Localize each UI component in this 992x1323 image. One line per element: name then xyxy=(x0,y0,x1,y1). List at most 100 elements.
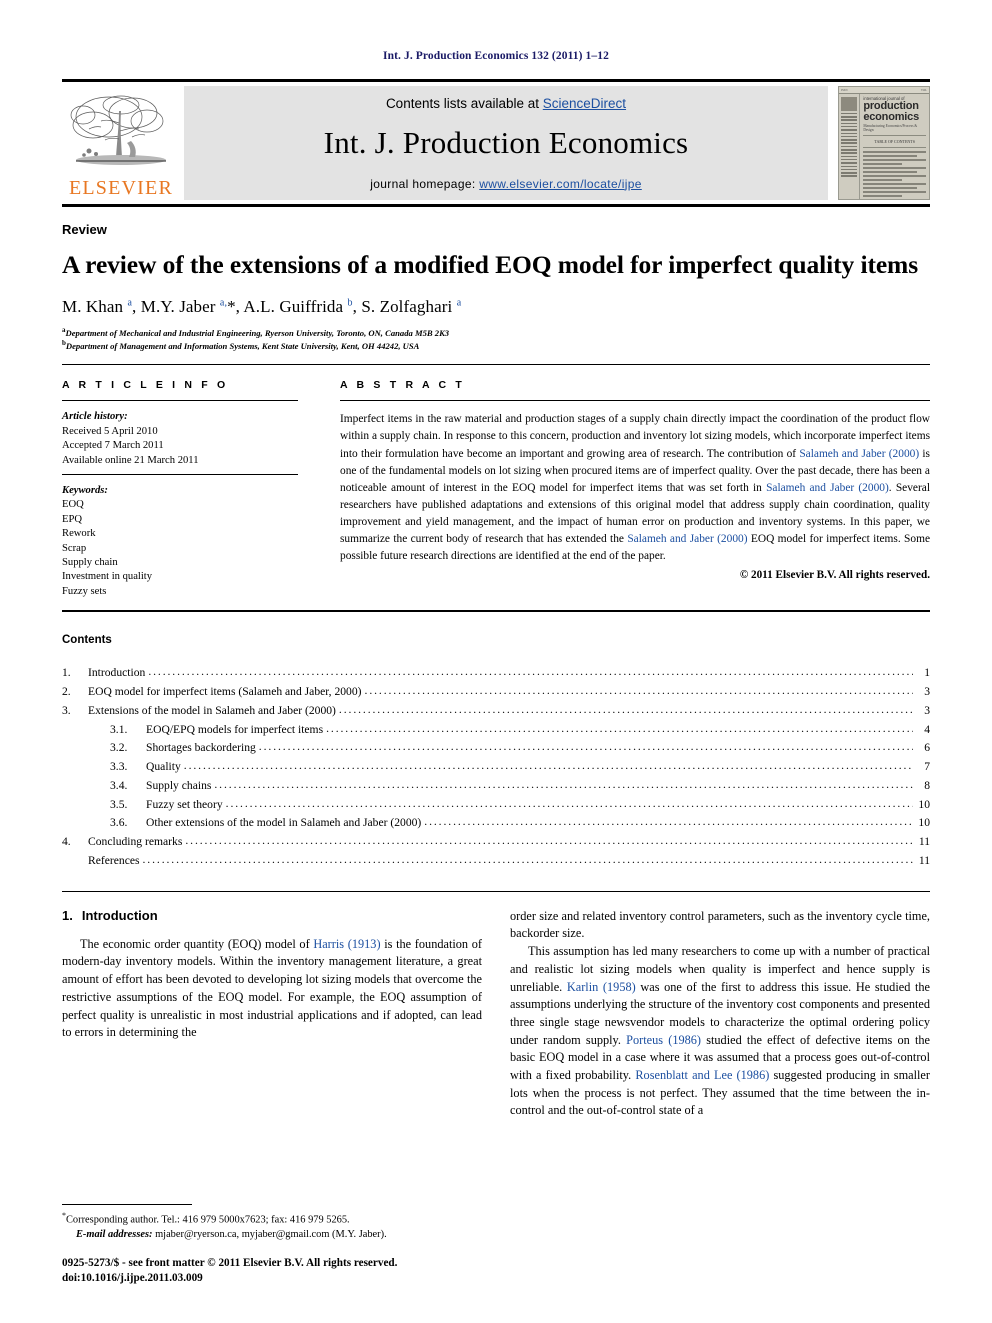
toc-leader-dots: ........................................… xyxy=(148,665,913,679)
toc-entry-number: 3.5. xyxy=(110,797,128,811)
toc-entry-page: 7 xyxy=(924,760,930,774)
toc-entry[interactable]: 2. EOQ model for imperfect items (Salameh… xyxy=(62,683,930,702)
cover-header-strip: ISSN VOL xyxy=(839,87,929,94)
footnote-rule xyxy=(62,1203,192,1205)
contents-heading: Contents xyxy=(62,634,112,647)
intro-paragraph-right-1: order size and related inventory control… xyxy=(510,908,930,941)
toc-entry[interactable]: 3.6. Other extensions of the model in Sal… xyxy=(62,814,930,833)
toc-entry-number: 3.4. xyxy=(110,778,128,792)
corresponding-author-text: Corresponding author. Tel.: 416 979 5000… xyxy=(66,1214,350,1226)
citation-link[interactable]: Karlin (1958) xyxy=(567,980,636,994)
footnote-area: *Corresponding author. Tel.: 416 979 500… xyxy=(62,1203,492,1287)
toc-entry-number: 3.1. xyxy=(110,722,128,736)
toc-entry-number: 3.3. xyxy=(110,760,128,774)
toc-entry-page: 10 xyxy=(918,816,930,830)
toc-entry-number: 3.2. xyxy=(110,741,128,755)
abstract-column: A B S T R A C T Imperfect items in the r… xyxy=(340,379,930,599)
keyword-item: Investment in quality xyxy=(62,571,153,583)
toc-entry[interactable]: 3.1. EOQ/EPQ models for imperfect items..… xyxy=(62,721,930,740)
body-column-left: 1. Introduction The economic order quanti… xyxy=(62,908,482,1120)
toc-entry-label: Introduction xyxy=(88,666,146,680)
toc-entry-label: References xyxy=(88,853,140,867)
keyword-item: Scrap xyxy=(62,542,87,554)
keyword-item: Fuzzy sets xyxy=(62,585,107,597)
toc-entry[interactable]: 3.2. Shortages backordering..............… xyxy=(62,739,930,758)
toc-entry-label: Supply chains xyxy=(146,778,212,792)
copyright-line: © 2011 Elsevier B.V. All rights reserved… xyxy=(739,569,930,582)
keywords-label: Keywords: xyxy=(62,484,108,496)
article-history-label: Article history: xyxy=(62,411,128,423)
section-title: Introduction xyxy=(81,907,158,923)
masthead-center: Contents lists available at ScienceDirec… xyxy=(184,86,828,200)
toc-leader-dots: ........................................… xyxy=(258,740,913,754)
section-heading-introduction: 1. Introduction xyxy=(62,908,482,923)
toc-entry[interactable]: 3.5. Fuzzy set theory....................… xyxy=(62,796,930,815)
toc-leader-dots: ........................................… xyxy=(225,796,913,810)
toc-leader-dots: ........................................… xyxy=(185,834,913,848)
section-number: 1. xyxy=(62,907,73,923)
cover-toc-lines xyxy=(863,151,926,199)
article-history-rule xyxy=(62,473,298,475)
toc-entry-number: 3.6. xyxy=(110,816,128,830)
toc-entry-label: Quality xyxy=(146,760,181,774)
body-columns: 1. Introduction The economic order quanti… xyxy=(62,908,930,1120)
keywords-items: EOQ EPQ Rework Scrap Supply chain Investment … xyxy=(62,498,298,599)
toc-entry[interactable]: 3. Extensions of the model in Salameh and… xyxy=(62,702,930,721)
affiliation-marker: a xyxy=(62,326,66,335)
toc-leader-dots: ........................................… xyxy=(424,815,913,829)
divider-after-abstract xyxy=(62,610,930,613)
toc-entry-label: EOQ/EPQ models for imperfect items xyxy=(146,722,324,736)
article-history: Article history: Received 5 April 2010 Ac… xyxy=(62,410,298,468)
table-of-contents: 1. Introduction..........................… xyxy=(62,664,930,871)
email-addresses[interactable]: mjaber@ryerson.ca, myjaber@gmail.com (M.… xyxy=(155,1229,387,1240)
page-title: A review of the extensions of a modified… xyxy=(62,250,919,279)
citation-link[interactable]: Salameh and Jaber (2000) xyxy=(627,533,747,545)
affiliation-marker: b xyxy=(62,339,66,348)
document-type-label: Review xyxy=(62,222,107,237)
toc-entry-page: 4 xyxy=(924,722,930,736)
imprint-line-2: doi:10.1016/j.ijpe.2011.03.009 xyxy=(62,1272,203,1285)
citation-link[interactable]: Salameh and Jaber (2000) xyxy=(766,482,889,494)
toc-entry[interactable]: References..............................… xyxy=(62,852,930,871)
toc-entry-label: Extensions of the model in Salameh and J… xyxy=(88,703,336,717)
journal-cover-thumbnail: ISSN VOL international journal of product… xyxy=(838,86,930,200)
corresponding-author-note: *Corresponding author. Tel.: 416 979 500… xyxy=(62,1210,492,1228)
article-history-items: Received 5 April 2010 Accepted 7 March 20… xyxy=(62,425,298,468)
toc-entry-number: 1. xyxy=(62,666,71,680)
citation-link[interactable]: Porteus (1986) xyxy=(626,1033,701,1047)
intro-paragraph-right-2: This assumption has led many researchers… xyxy=(510,944,931,1118)
toc-entry-number: 4. xyxy=(62,835,71,849)
toc-leader-dots: ........................................… xyxy=(338,702,913,716)
citation-link[interactable]: Rosenblatt and Lee (1986) xyxy=(635,1068,769,1082)
toc-entry[interactable]: 3.4. Supply chains.......................… xyxy=(62,777,930,796)
toc-entry-label: Other extensions of the model in Salameh… xyxy=(146,816,422,830)
toc-entry-page: 3 xyxy=(924,684,930,698)
email-label: E-mail addresses: xyxy=(76,1228,153,1240)
toc-entry[interactable]: 3.3. Quality.............................… xyxy=(62,758,930,777)
imprint-block: 0925-5273/$ - see front matter © 2011 El… xyxy=(62,1256,492,1287)
elsevier-logo: ELSEVIER xyxy=(62,86,180,200)
citation-link[interactable]: Harris (1913) xyxy=(313,937,380,951)
cover-main: international journal of production econ… xyxy=(860,94,929,199)
body-column-right: order size and related inventory control… xyxy=(510,908,930,1120)
homepage-prefix: journal homepage: xyxy=(370,176,480,191)
divider-after-authors xyxy=(62,364,930,366)
citation-link[interactable]: Salameh and Jaber (2000) xyxy=(799,448,919,460)
sciencedirect-link[interactable]: ScienceDirect xyxy=(543,96,626,111)
journal-homepage-line: journal homepage: www.elsevier.com/locat… xyxy=(370,177,642,191)
info-abstract-section: A R T I C L E I N F O Article history: R… xyxy=(62,379,930,599)
toc-entry[interactable]: 1. Introduction..........................… xyxy=(62,664,930,683)
journal-title: Int. J. Production Economics xyxy=(323,124,689,160)
toc-entry-page: 6 xyxy=(924,741,930,755)
journal-homepage-link[interactable]: www.elsevier.com/locate/ijpe xyxy=(479,177,642,191)
toc-entry-label: Concluding remarks xyxy=(88,835,183,849)
cover-title-line2: economics xyxy=(863,111,919,124)
author-list: M. Khan a, M.Y. Jaber a,*, A.L. Guiffrid… xyxy=(62,297,462,317)
imprint-line-1: 0925-5273/$ - see front matter © 2011 El… xyxy=(62,1256,398,1269)
affiliation-line: aDepartment of Mechanical and Industrial… xyxy=(62,326,450,339)
affiliation-line: bDepartment of Management and Informatio… xyxy=(62,339,420,352)
toc-leader-dots: ........................................… xyxy=(326,721,913,735)
toc-entry[interactable]: 4. Concluding remarks....................… xyxy=(62,833,930,852)
article-info-heading: A R T I C L E I N F O xyxy=(62,379,229,392)
elsevier-wordmark: ELSEVIER xyxy=(68,177,174,199)
